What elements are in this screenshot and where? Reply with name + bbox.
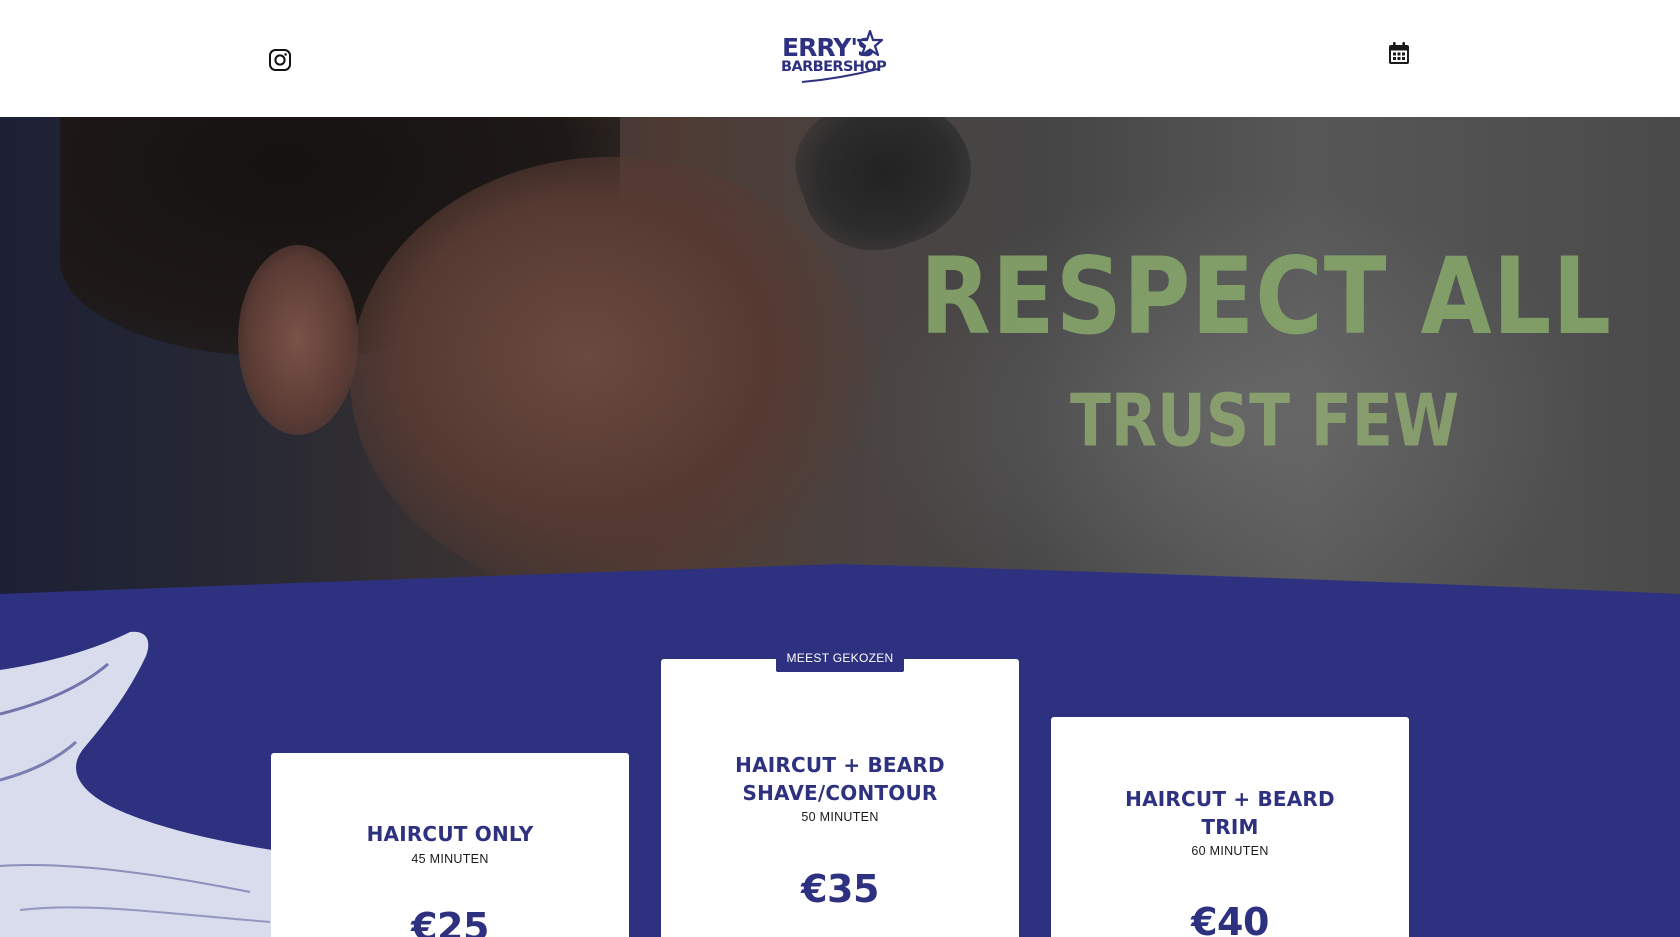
instagram-icon[interactable] [268,48,292,72]
card-price: €35 [801,867,879,911]
brand-logo[interactable]: ERRY'S BARBERSHOP [780,30,900,86]
pricing-card-haircut-beard-shave[interactable]: HAIRCUT + BEARD SHAVE/CONTOUR 50 MINUTEN… [661,659,1019,937]
card-title: HAIRCUT ONLY [366,822,534,846]
card-price: €25 [411,905,489,937]
card-price: €40 [1191,900,1269,937]
card-title-line1: HAIRCUT + BEARD [735,753,945,777]
hero-sign-line1: RESPECT ALL [920,235,1612,359]
card-title-line2: SHAVE/CONTOUR [742,781,938,805]
card-title-line2: TRIM [1201,815,1259,839]
card-duration: 50 MINUTEN [801,810,879,824]
card-title: HAIRCUT + BEARD TRIM [1051,785,1409,841]
hero-face-shape [350,157,870,597]
card-duration: 45 MINUTEN [411,852,489,866]
hero-ear-shape [238,245,358,435]
logo-star-icon [857,30,883,56]
most-chosen-badge: MEEST GEKOZEN [776,646,904,672]
card-title: HAIRCUT + BEARD SHAVE/CONTOUR [661,751,1019,807]
brush-stroke-decoration [0,631,272,937]
pricing-card-haircut-only[interactable]: HAIRCUT ONLY 45 MINUTEN €25 [271,753,629,937]
hero-sign-line2: TRUST FEW [1070,379,1460,464]
card-title-line1: HAIRCUT + BEARD [1125,787,1335,811]
site-header: ERRY'S BARBERSHOP [0,0,1680,117]
calendar-icon[interactable] [1388,41,1410,65]
hero-image: RESPECT ALL TRUST FEW [0,117,1680,607]
card-duration: 60 MINUTEN [1191,844,1269,858]
pricing-card-haircut-beard-trim[interactable]: HAIRCUT + BEARD TRIM 60 MINUTEN €40 [1051,717,1409,937]
logo-swoosh-icon [801,68,879,83]
section-divider-curve [0,564,1680,610]
